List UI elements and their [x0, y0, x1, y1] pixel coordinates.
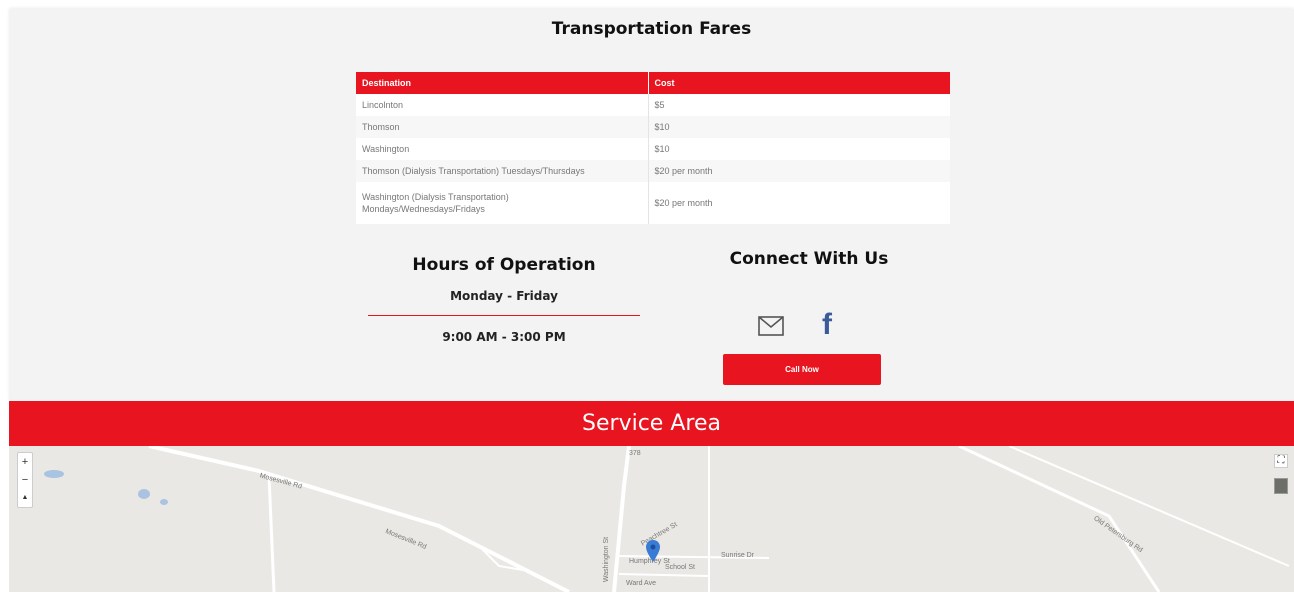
cost-cell: $10: [648, 116, 950, 138]
hours-title: Hours of Operation: [412, 255, 596, 275]
cost-cell: $20 per month: [648, 160, 950, 182]
map-label: Ward Ave: [626, 580, 656, 587]
hours-days: Monday - Friday: [450, 289, 558, 303]
map-pin-icon[interactable]: [646, 540, 660, 562]
column-header-destination: Destination: [356, 72, 649, 94]
map-layer-toggle[interactable]: [1274, 478, 1288, 494]
divider: [368, 315, 640, 316]
connect-block: Connect With Us: [709, 249, 909, 269]
zoom-in-button[interactable]: +: [18, 453, 32, 471]
table-row: Thomson $10: [356, 116, 950, 138]
map-label: School St: [665, 564, 695, 571]
fares-title: Transportation Fares: [551, 19, 752, 39]
destination-line: Mondays/Wednesdays/Fridays: [362, 204, 485, 214]
destination-cell: Washington: [356, 138, 649, 160]
table-row: Lincolnton $5: [356, 94, 950, 116]
map-label: Sunrise Dr: [721, 552, 755, 559]
table-row: Washington $10: [356, 138, 950, 160]
cost-cell: $5: [648, 94, 950, 116]
info-section: Transportation Fares Destination Cost Li…: [9, 9, 1294, 401]
hours-time: 9:00 AM - 3:00 PM: [442, 330, 566, 344]
cost-cell: $20 per month: [648, 182, 950, 224]
map-label: Washington St: [603, 536, 611, 583]
service-area-map[interactable]: Mosesville Rd Mosesville Rd 378 Washingt…: [9, 446, 1294, 592]
zoom-out-button[interactable]: −: [18, 471, 32, 489]
fullscreen-icon[interactable]: ⛶: [1274, 454, 1288, 468]
destination-cell: Lincolnton: [356, 94, 649, 116]
map-label: 378: [629, 450, 641, 457]
cost-cell: $10: [648, 138, 950, 160]
column-header-cost: Cost: [648, 72, 950, 94]
call-now-button[interactable]: Call Now: [723, 354, 881, 385]
connect-title: Connect With Us: [729, 249, 889, 269]
service-area-title: Service Area: [9, 401, 1294, 446]
destination-line: Washington (Dialysis Transportation): [362, 192, 509, 202]
destination-cell: Washington (Dialysis Transportation) Mon…: [356, 182, 649, 224]
table-row: Thomson (Dialysis Transportation) Tuesda…: [356, 160, 950, 182]
zoom-controls: + − ▲: [17, 452, 33, 508]
page: Transportation Fares Destination Cost Li…: [0, 0, 1294, 592]
mail-icon[interactable]: [758, 316, 784, 340]
destination-cell: Thomson (Dialysis Transportation) Tuesda…: [356, 160, 649, 182]
hours-block: Hours of Operation Monday - Friday 9:00 …: [368, 255, 640, 344]
compass-icon[interactable]: ▲: [18, 489, 32, 507]
social-icons: f: [758, 310, 848, 342]
facebook-icon[interactable]: f: [822, 310, 832, 340]
fares-table: Destination Cost Lincolnton $5 Thomson $…: [356, 72, 950, 224]
destination-cell: Thomson: [356, 116, 649, 138]
table-header-row: Destination Cost: [356, 72, 950, 94]
table-row: Washington (Dialysis Transportation) Mon…: [356, 182, 950, 224]
